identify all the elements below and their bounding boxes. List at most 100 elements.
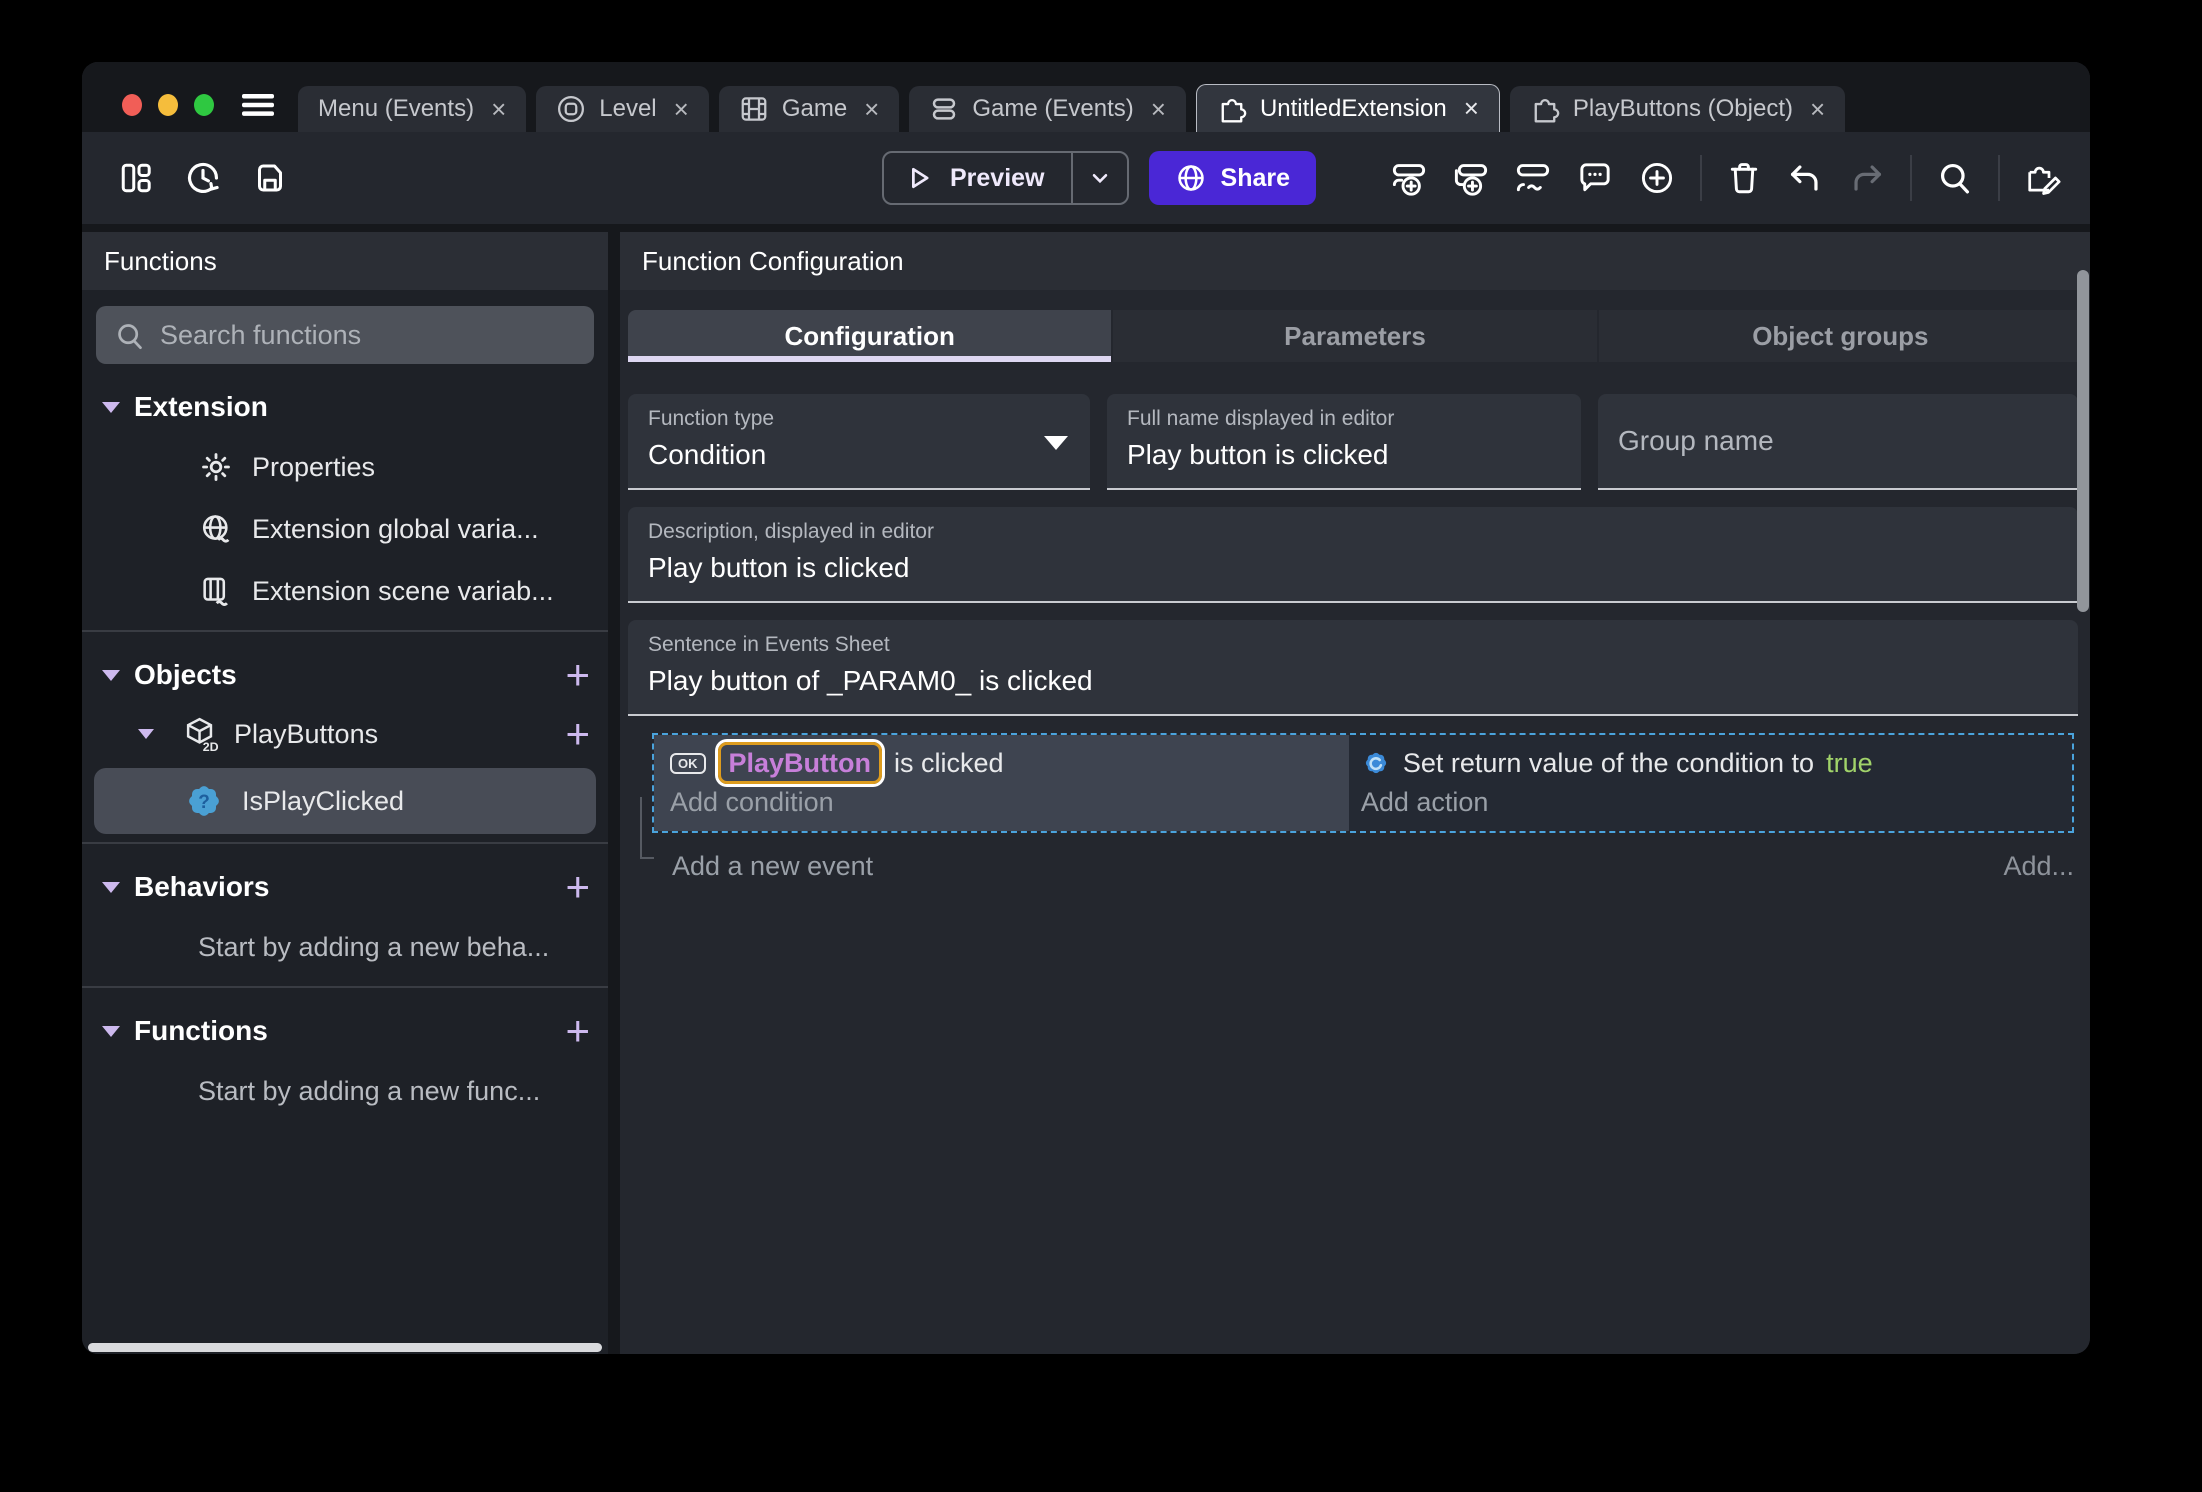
condition-function-icon: ? <box>184 781 224 821</box>
undo-button[interactable] <box>1786 159 1824 197</box>
close-tab-icon[interactable]: × <box>1151 94 1166 125</box>
main-header: Function Configuration <box>620 232 2090 290</box>
field-value: Play button is clicked <box>1127 439 1389 470</box>
close-window-button[interactable] <box>122 94 142 116</box>
close-tab-icon[interactable]: × <box>1810 94 1825 125</box>
tab-parameters[interactable]: Parameters <box>1113 310 1597 362</box>
edit-extension-button[interactable] <box>2024 158 2064 198</box>
tab-configuration[interactable]: Configuration <box>628 310 1112 362</box>
chevron-down-icon[interactable] <box>102 881 120 893</box>
add-function-to-object-button[interactable]: + <box>565 713 590 755</box>
tab-menu-events[interactable]: Menu (Events) × <box>298 86 527 132</box>
add-new-event-button[interactable]: Add a new event <box>672 851 873 882</box>
close-tab-icon[interactable]: × <box>491 94 506 125</box>
add-event-button[interactable] <box>1390 159 1428 197</box>
preview-options-button[interactable] <box>1070 153 1127 203</box>
section-label: Objects <box>134 659 237 690</box>
chevron-down-icon[interactable] <box>102 669 120 681</box>
tab-untitled-extension[interactable]: UntitledExtension × <box>1195 84 1500 132</box>
vertical-scrollbar-thumb[interactable] <box>2077 270 2089 612</box>
description-field[interactable]: Description, displayed in editor Play bu… <box>628 507 2078 603</box>
trash-icon <box>1730 163 1758 194</box>
toggle-panels-button[interactable] <box>118 160 154 196</box>
tab-playbuttons-object[interactable]: PlayButtons (Object) × <box>1509 86 1846 132</box>
group-name-field[interactable] <box>1598 394 2078 490</box>
preview-button[interactable]: Preview <box>884 153 1071 203</box>
redo-button[interactable] <box>1848 159 1886 197</box>
add-more-button[interactable]: Add... <box>2003 851 2074 882</box>
sidebar-item-extension-scene-variables[interactable]: Extension scene variab... <box>82 560 608 622</box>
search-button[interactable] <box>1936 159 1974 197</box>
chevron-down-icon[interactable] <box>102 1025 120 1037</box>
behaviors-empty-hint: Start by adding a new beha... <box>198 931 550 962</box>
add-free-function-button[interactable]: + <box>565 1010 590 1052</box>
search-icon <box>1940 163 1970 194</box>
action-value-true[interactable]: true <box>1826 748 1873 779</box>
tab-game[interactable]: Game × <box>718 86 900 132</box>
gear-icon <box>198 450 234 484</box>
section-label: Functions <box>134 1015 268 1046</box>
full-name-field[interactable]: Full name displayed in editor Play butto… <box>1107 394 1581 490</box>
tab-label: Game <box>781 95 848 122</box>
add-action-button[interactable]: Add action <box>1361 783 2072 821</box>
add-condition-button[interactable]: Add condition <box>670 783 1349 821</box>
sidebar-item-properties[interactable]: Properties <box>82 436 608 498</box>
function-type-select[interactable]: Function type Condition <box>628 394 1090 490</box>
sidebar-item-isplayclicked[interactable]: ? IsPlayClicked <box>94 768 596 834</box>
tab-game-events[interactable]: Game (Events) × <box>909 86 1186 132</box>
globe-variable-icon <box>198 512 234 546</box>
add-comment-button[interactable] <box>1576 159 1614 197</box>
search-icon <box>114 320 146 352</box>
tab-label: Menu (Events) <box>318 95 475 122</box>
save-project-button[interactable] <box>252 160 288 196</box>
section-extension[interactable]: Extension <box>82 378 608 436</box>
delete-button[interactable] <box>1726 159 1762 197</box>
zoom-window-button[interactable] <box>194 94 214 116</box>
gdevelop-gear-icon <box>1361 748 1391 778</box>
configuration-tabs: Configuration Parameters Object groups <box>628 310 2082 362</box>
extension-puzzle-icon <box>1530 93 1560 125</box>
add-other-event-button[interactable] <box>1514 159 1552 197</box>
event-conditions-column[interactable]: OK PlayButton is clicked Add condition <box>654 735 1349 831</box>
main-menu-button[interactable] <box>240 92 276 118</box>
sidebar-item-playbuttons[interactable]: 2D PlayButtons + <box>82 704 608 764</box>
object-chip-playbutton[interactable]: PlayButton <box>717 742 883 784</box>
group-name-input[interactable] <box>1598 394 2078 488</box>
functions-sidebar: Functions Extension <box>82 232 608 1354</box>
add-object-button[interactable]: + <box>565 654 590 696</box>
section-divider <box>82 842 608 844</box>
event-tree-connector <box>640 797 654 859</box>
chevron-down-icon[interactable] <box>102 401 120 413</box>
tab-object-groups[interactable]: Object groups <box>1598 310 2082 362</box>
field-label: Description, displayed in editor <box>648 520 934 543</box>
dropdown-arrow-icon <box>1044 436 1068 450</box>
tab-level[interactable]: Level × <box>536 86 709 132</box>
add-behavior-button[interactable]: + <box>565 866 590 908</box>
search-functions-input[interactable] <box>96 306 594 364</box>
close-tab-icon[interactable]: × <box>1464 93 1479 124</box>
redo-icon <box>1854 165 1882 191</box>
add-button[interactable] <box>1638 159 1676 197</box>
version-history-button[interactable] <box>184 159 222 197</box>
close-tab-icon[interactable]: × <box>864 94 879 125</box>
section-functions[interactable]: Functions + <box>82 1002 608 1060</box>
tab-label: PlayButtons (Object) <box>1572 95 1793 122</box>
close-tab-icon[interactable]: × <box>674 94 689 125</box>
minimize-window-button[interactable] <box>158 94 178 116</box>
share-button[interactable]: Share <box>1148 151 1316 205</box>
event-row-selected[interactable]: OK PlayButton is clicked Add condition S… <box>652 733 2074 833</box>
section-objects[interactable]: Objects + <box>82 646 608 704</box>
section-behaviors[interactable]: Behaviors + <box>82 858 608 916</box>
undo-icon <box>1790 165 1818 191</box>
extension-edit-icon <box>2028 166 2061 195</box>
add-subevent-button[interactable] <box>1452 159 1490 197</box>
chevron-down-icon[interactable] <box>138 729 154 739</box>
sidebar-horizontal-scrollbar[interactable] <box>88 1343 602 1352</box>
add-subevent-icon <box>1454 164 1488 196</box>
sentence-field[interactable]: Sentence in Events Sheet Play button of … <box>628 620 2078 716</box>
sidebar-item-extension-global-variables[interactable]: Extension global varia... <box>82 498 608 560</box>
section-divider <box>82 630 608 632</box>
event-actions-column[interactable]: Set return value of the condition to tru… <box>1348 735 2072 831</box>
events-sheet-icon <box>929 94 959 124</box>
section-label: Extension <box>134 391 268 422</box>
